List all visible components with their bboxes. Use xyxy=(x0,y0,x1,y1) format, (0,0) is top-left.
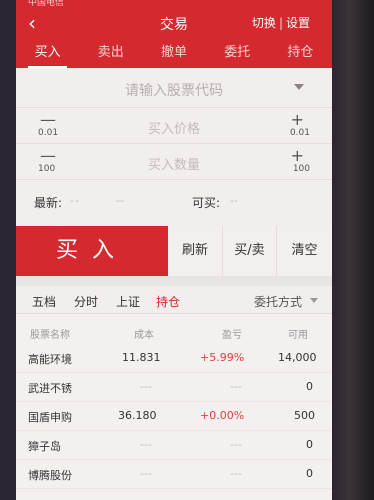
status-bar: 中国电信 xyxy=(16,0,332,8)
stock-code-placeholder[interactable]: 请输入股票代码 xyxy=(16,80,332,100)
cell-name: 国盾申购 xyxy=(28,411,72,424)
cell-name: 武进不锈 xyxy=(28,382,72,395)
cell-cost: --- xyxy=(140,380,152,393)
chevron-down-icon[interactable] xyxy=(310,298,318,303)
action-bar: 买入 刷新 买/卖 清空 xyxy=(16,226,332,276)
subtab-intraday[interactable]: 分时 xyxy=(74,293,98,310)
quantity-input[interactable]: 买入数量 xyxy=(16,154,332,173)
cell-pnl: +0.00% xyxy=(200,409,245,422)
price-plus-button[interactable]: + xyxy=(291,110,304,129)
subtab-index[interactable]: 上证 xyxy=(116,293,140,310)
cell-pnl: +5.99% xyxy=(200,351,245,364)
col-stock-name: 股票名称 xyxy=(30,330,70,341)
cell-cost: --- xyxy=(140,438,152,451)
tab-cancel[interactable]: 撤单 xyxy=(142,40,205,68)
cell-available: 500 xyxy=(294,409,315,422)
col-pnl: 盈亏 xyxy=(222,330,242,341)
cell-pnl: --- xyxy=(230,467,242,480)
buy-sell-button[interactable]: 买/卖 xyxy=(222,226,276,276)
order-form: 请输入股票代码 — 0.01 买入价格 + 0.01 — 100 买入数量 + … xyxy=(16,68,332,226)
cell-available: 0 xyxy=(306,438,313,451)
device-edge xyxy=(332,0,374,500)
clear-button[interactable]: 清空 xyxy=(276,226,332,276)
cell-name: 博腾股份 xyxy=(28,469,72,482)
buy-button[interactable]: 买入 xyxy=(16,226,168,276)
tab-positions[interactable]: 持仓 xyxy=(269,40,332,68)
cell-name: 高能环境 xyxy=(28,353,72,366)
cell-available: 14,000 xyxy=(278,351,317,364)
table-row[interactable]: 高能环境 11.831 +5.99% 14,000 xyxy=(16,344,332,373)
carrier-label: 中国电信 xyxy=(28,0,65,8)
cell-cost: 11.831 xyxy=(122,351,161,364)
header-links: 切换 | 设置 xyxy=(252,14,310,31)
refresh-button[interactable]: 刷新 xyxy=(168,226,222,276)
quantity-field: — 100 买入数量 + 100 xyxy=(16,144,332,180)
cell-pnl: --- xyxy=(230,380,242,393)
tab-buy[interactable]: 买入 xyxy=(16,40,79,68)
positions-table: 股票名称 成本 盈亏 可用 高能环境 11.831 +5.99% 14,000 … xyxy=(16,314,332,500)
subtab-positions[interactable]: 持仓 xyxy=(151,293,185,316)
cell-available: 0 xyxy=(306,467,313,480)
cell-cost: --- xyxy=(140,467,152,480)
latest-value: -- xyxy=(70,194,80,207)
price-field: — 0.01 买入价格 + 0.01 xyxy=(16,108,332,144)
settings-button[interactable]: 设置 xyxy=(286,16,310,30)
top-bar: ‹ 交易 切换 | 设置 xyxy=(16,8,332,40)
latest-change: -- xyxy=(116,194,124,207)
col-cost: 成本 xyxy=(134,330,154,341)
available-value: -- xyxy=(230,194,238,207)
info-tabs: 五档 分时 上证 持仓 委托方式 xyxy=(16,286,332,316)
available-label: 可买: xyxy=(192,196,221,210)
order-method-select[interactable]: 委托方式 xyxy=(254,293,302,310)
app-screen: 中国电信 ‹ 交易 切换 | 设置 买入 卖出 撤单 委托 持仓 请输入股票代码 —… xyxy=(16,0,332,500)
col-available: 可用 xyxy=(288,330,308,341)
cell-name: 獐子岛 xyxy=(28,440,61,453)
cell-available: 0 xyxy=(306,380,313,393)
section-divider xyxy=(16,276,332,286)
cell-pnl: --- xyxy=(230,438,242,451)
table-row[interactable]: 博腾股份 --- --- 0 xyxy=(16,460,332,489)
price-input[interactable]: 买入价格 xyxy=(16,118,332,137)
table-row[interactable]: 獐子岛 --- --- 0 xyxy=(16,431,332,460)
dropdown-arrow-icon[interactable] xyxy=(294,84,304,90)
header-separator: | xyxy=(278,16,283,30)
subtab-level5[interactable]: 五档 xyxy=(32,293,56,310)
tab-orders[interactable]: 委托 xyxy=(206,40,269,68)
switch-button[interactable]: 切换 xyxy=(252,16,276,30)
table-row[interactable]: 武进不锈 --- --- 0 xyxy=(16,373,332,402)
qty-plus-step: 100 xyxy=(292,164,310,174)
price-plus-step: 0.01 xyxy=(289,128,310,138)
cell-cost: 36.180 xyxy=(118,409,157,422)
phone-frame: 中国电信 ‹ 交易 切换 | 设置 买入 卖出 撤单 委托 持仓 请输入股票代码 —… xyxy=(0,0,374,500)
quote-info: 最新: -- -- 可买: -- xyxy=(16,180,332,226)
tab-sell[interactable]: 卖出 xyxy=(79,40,142,68)
table-row[interactable]: 国盾申购 36.180 +0.00% 500 xyxy=(16,402,332,431)
latest-label: 最新: xyxy=(34,196,63,210)
trade-tabs: 买入 卖出 撤单 委托 持仓 xyxy=(16,40,332,68)
stock-code-field[interactable]: 请输入股票代码 xyxy=(16,68,332,108)
table-header: 股票名称 成本 盈亏 可用 xyxy=(16,314,332,344)
qty-plus-button[interactable]: + xyxy=(291,146,304,165)
